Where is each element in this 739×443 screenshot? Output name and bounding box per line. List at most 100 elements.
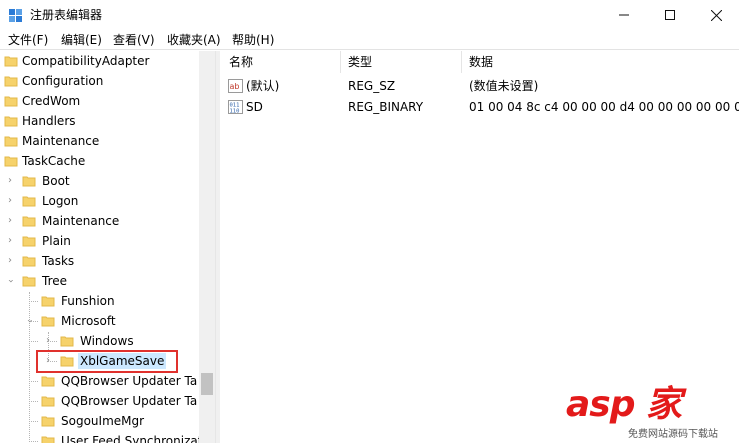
tree-item[interactable]: Configuration xyxy=(0,71,200,91)
watermark-caption: 免费网站源码下载站 xyxy=(628,429,718,440)
folder-icon xyxy=(22,216,36,227)
tree-item[interactable]: SogouImeMgr xyxy=(0,411,200,431)
tree-item[interactable]: User Feed Synchronizat xyxy=(0,431,200,443)
value-type: REG_SZ xyxy=(348,79,396,93)
folder-icon xyxy=(41,396,55,407)
tree-item[interactable]: › Logon xyxy=(0,191,200,211)
close-icon xyxy=(710,9,722,21)
chevron-right-icon[interactable]: › xyxy=(4,251,16,271)
menu-edit[interactable]: 编辑(E) xyxy=(61,32,102,48)
tree-item[interactable]: › Windows xyxy=(0,331,200,351)
tree-item[interactable]: › Tree xyxy=(0,271,200,291)
chevron-right-icon[interactable]: › xyxy=(4,211,16,231)
watermark: asp 家 免费网站源码下载站 xyxy=(566,385,736,441)
tree-item[interactable]: Funshion xyxy=(0,291,200,311)
svg-text:110: 110 xyxy=(230,109,240,115)
tree-item-label: Configuration xyxy=(22,74,104,88)
highlight-annotation xyxy=(36,350,178,373)
binary-value-icon: 011 110 xyxy=(228,100,243,114)
tree-item-label: Microsoft xyxy=(61,314,116,328)
menu-file[interactable]: 文件(F) xyxy=(8,32,48,48)
folder-icon xyxy=(4,136,18,147)
tree-item-label: QQBrowser Updater Ta xyxy=(61,374,198,388)
value-row[interactable]: 011 110 SD REG_BINARY 01 00 04 8c c4 00 … xyxy=(220,97,739,117)
folder-icon xyxy=(41,376,55,387)
value-type: REG_BINARY xyxy=(348,100,424,114)
tree-item[interactable]: › Microsoft xyxy=(0,311,200,331)
regedit-icon xyxy=(9,9,22,22)
tree-item-label: CompatibilityAdapter xyxy=(22,54,150,68)
tree-item[interactable]: Maintenance xyxy=(0,131,200,151)
column-divider[interactable] xyxy=(340,51,341,73)
tree-item-label: User Feed Synchronizat xyxy=(61,434,200,443)
maximize-button[interactable] xyxy=(647,0,693,30)
menu-favorites[interactable]: 收藏夹(A) xyxy=(167,32,221,48)
chevron-down-icon[interactable]: › xyxy=(0,275,20,287)
tree-item[interactable]: TaskCache xyxy=(0,151,200,171)
tree-item[interactable]: › Maintenance xyxy=(0,211,200,231)
tree-item-label: Tasks xyxy=(42,254,75,268)
tree-item-label: Tree xyxy=(42,274,68,288)
watermark-logo: asp 家 xyxy=(566,384,682,425)
registry-tree[interactable]: CompatibilityAdapter Configuration CredW… xyxy=(0,51,215,443)
tree-item[interactable]: QQBrowser Updater Ta xyxy=(0,371,200,391)
menu-help[interactable]: 帮助(H) xyxy=(232,32,274,48)
folder-open-icon xyxy=(22,276,36,287)
maximize-icon xyxy=(665,10,675,20)
tree-scrollbar[interactable] xyxy=(199,51,215,443)
chevron-down-icon[interactable]: › xyxy=(19,315,39,327)
folder-icon xyxy=(22,196,36,207)
column-divider[interactable] xyxy=(461,51,462,73)
close-button[interactable] xyxy=(693,0,739,30)
folder-icon xyxy=(4,76,18,87)
value-row[interactable]: ab (默认) REG_SZ (数值未设置) xyxy=(220,76,739,96)
tree-item-label: Maintenance xyxy=(42,214,120,228)
tree-item-label: SogouImeMgr xyxy=(61,414,145,428)
tree-item[interactable]: › Boot xyxy=(0,171,200,191)
chevron-right-icon[interactable]: › xyxy=(4,191,16,211)
tree-item-label: Logon xyxy=(42,194,79,208)
tree-item[interactable]: › Plain xyxy=(0,231,200,251)
tree-item-label: Handlers xyxy=(22,114,76,128)
tree-item-label: Boot xyxy=(42,174,70,188)
chevron-right-icon[interactable]: › xyxy=(4,171,16,191)
menu-view[interactable]: 查看(V) xyxy=(113,32,155,48)
folder-icon xyxy=(4,56,18,67)
tree-item-label: TaskCache xyxy=(22,154,86,168)
menu-bar: 文件(F) 编辑(E) 查看(V) 收藏夹(A) 帮助(H) xyxy=(0,30,739,50)
folder-icon xyxy=(41,416,55,427)
tree-item-label: CredWom xyxy=(22,94,81,108)
value-name: (默认) xyxy=(246,79,280,93)
folder-open-icon xyxy=(4,156,18,167)
svg-text:ab: ab xyxy=(230,82,240,91)
tree-item-label: Maintenance xyxy=(22,134,100,148)
tree-item-label: QQBrowser Updater Ta xyxy=(61,394,198,408)
window-title: 注册表编辑器 xyxy=(30,8,103,22)
minimize-icon xyxy=(619,14,629,16)
column-header-type[interactable]: 类型 xyxy=(348,51,372,73)
folder-icon xyxy=(22,176,36,187)
column-header-name[interactable]: 名称 xyxy=(229,51,253,73)
tree-item-label: Funshion xyxy=(61,294,115,308)
folder-icon xyxy=(60,336,74,347)
title-bar: 注册表编辑器 xyxy=(0,0,739,30)
chevron-right-icon[interactable]: › xyxy=(42,331,54,351)
scrollbar-thumb[interactable] xyxy=(201,373,213,395)
tree-item[interactable]: Handlers xyxy=(0,111,200,131)
string-value-icon: ab xyxy=(228,79,243,93)
minimize-button[interactable] xyxy=(601,0,647,30)
tree-item[interactable]: › Tasks xyxy=(0,251,200,271)
tree-item-label: Windows xyxy=(80,334,134,348)
tree-item[interactable]: CompatibilityAdapter xyxy=(0,51,200,71)
tree-item-label: Plain xyxy=(42,234,71,248)
chevron-right-icon[interactable]: › xyxy=(4,231,16,251)
value-data: (数值未设置) xyxy=(469,79,539,93)
value-data: 01 00 04 8c c4 00 00 00 d4 00 00 00 00 0… xyxy=(469,100,739,114)
value-name: SD xyxy=(246,100,263,114)
tree-item[interactable]: QQBrowser Updater Ta xyxy=(0,391,200,411)
folder-open-icon xyxy=(41,316,55,327)
folder-icon xyxy=(4,96,18,107)
column-header-data[interactable]: 数据 xyxy=(469,51,493,73)
tree-item[interactable]: CredWom xyxy=(0,91,200,111)
folder-icon xyxy=(41,436,55,443)
